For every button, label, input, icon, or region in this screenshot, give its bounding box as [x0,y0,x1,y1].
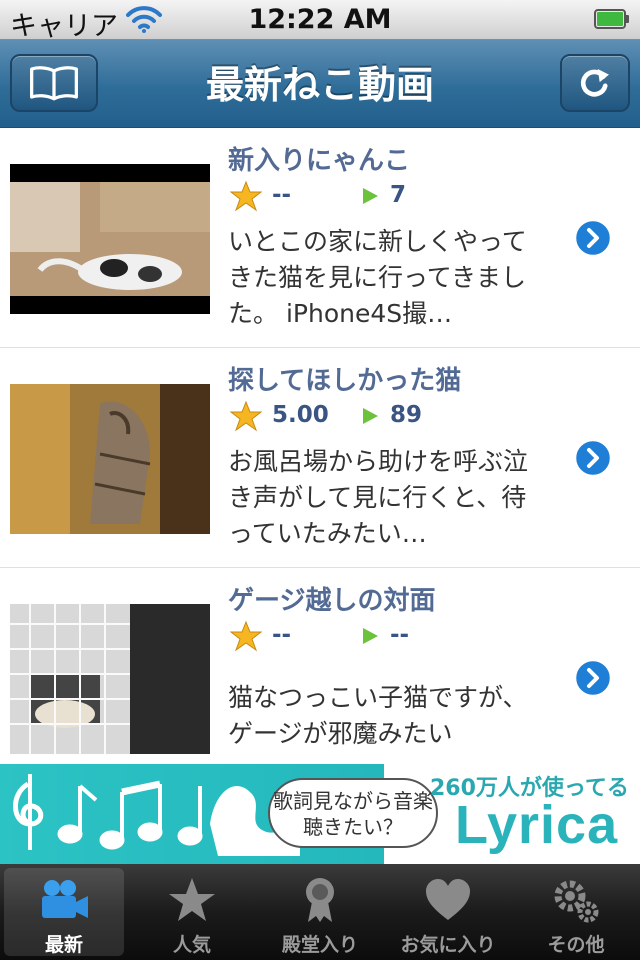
video-title: 探してほしかった猫 [228,366,462,396]
tab-label: 人気 [172,934,211,956]
rating-value: -- [272,182,292,208]
ad-brand: Lyrica [455,795,619,855]
tab-label: お気に入り [400,934,496,956]
video-list[interactable]: 新入りにゃんこ -- 7 いとこの家に新しくやってきた猫を見に行ってきました。 … [0,128,640,764]
video-thumbnail [10,384,210,534]
video-row[interactable]: ゲージ越しの対面 -- -- 猫なつっこい子猫ですが、ゲージが邪魔みたい [0,568,640,764]
battery-icon [594,9,629,29]
star-icon [230,180,262,212]
tab-favorites[interactable]: お気に入り [384,864,512,960]
ad-banner[interactable]: 歌詞見ながら音楽聴きたい？ 260万人が使ってる Lyrica [0,764,640,864]
status-bar: キャリア 12:22 AM [0,0,640,42]
detail-disclosure-icon[interactable] [573,438,613,478]
video-thumbnail [10,164,210,314]
video-description: お風呂場から助けを呼ぶ泣き声がして見に行くと、待っていたみたい… [228,447,529,548]
gears-icon [554,880,599,923]
detail-disclosure-icon[interactable] [573,658,613,698]
video-row[interactable]: 新入りにゃんこ -- 7 いとこの家に新しくやってきた猫を見に行ってきました。 … [0,128,640,348]
medal-icon [306,878,334,922]
play-count-icon [363,628,378,644]
video-title: 新入りにゃんこ [228,146,411,176]
star-icon [230,400,262,432]
tab-label: 最新 [44,934,83,956]
tab-label: 殿堂入り [281,934,358,956]
star-icon [230,620,262,652]
view-count: 89 [390,402,423,428]
detail-disclosure-icon[interactable] [573,218,613,258]
video-camera-icon [42,880,88,918]
tab-latest[interactable]: 最新 [0,864,128,960]
ad-speech-bubble: 歌詞見ながら音楽聴きたい？ [268,778,438,848]
tab-bar: 最新 人気 殿堂入り お気に入り その他 [0,864,640,960]
bookmarks-button[interactable] [10,54,98,112]
tab-hall-of-fame[interactable]: 殿堂入り [256,864,384,960]
view-count: -- [390,622,410,648]
play-count-icon [363,188,378,204]
book-icon [30,66,78,101]
heart-icon [426,879,470,920]
video-row[interactable]: 探してほしかった猫 5.00 89 お風呂場から助けを呼ぶ泣き声がして見に行くと… [0,348,640,568]
play-count-icon [363,408,378,424]
tab-popular[interactable]: 人気 [128,864,256,960]
rating-value: -- [272,622,292,648]
tab-label: その他 [547,934,605,956]
clock: 12:22 AM [248,4,392,35]
refresh-button[interactable] [560,54,630,112]
view-count: 7 [390,182,407,208]
star-icon [169,878,215,921]
page-title: 最新ねこ動画 [205,63,434,107]
refresh-icon [580,69,609,97]
video-thumbnail [10,604,210,754]
tab-more[interactable]: その他 [512,864,640,960]
navigation-bar: 最新ねこ動画 [0,40,640,128]
video-description: 猫なつっこい子猫ですが、ゲージが邪魔みたい [228,683,528,748]
rating-value: 5.00 [272,402,329,428]
video-description: いとこの家に新しくやってきた猫を見に行ってきました。 iPhone4S撮… [228,227,527,328]
video-title: ゲージ越しの対面 [228,586,436,616]
